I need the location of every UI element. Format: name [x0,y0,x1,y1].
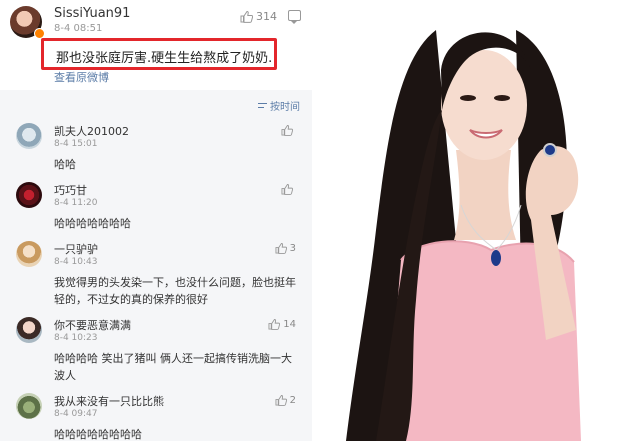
comment-date: 8-4 10:23 [54,333,98,343]
comment-like-button[interactable] [281,184,296,195]
comment-icon[interactable] [288,10,301,24]
post-username[interactable]: SissiYuan91 [54,6,130,21]
avatar[interactable] [16,393,42,419]
comment-username[interactable]: 你不要恶意满满 [54,317,131,333]
comment-date: 8-4 11:20 [54,198,98,208]
comment-text: 我觉得男的头发染一下，也没什么问题，脸也挺年轻的，不过女的真的保养的很好 [54,276,296,306]
portrait-illustration [316,0,640,441]
avatar[interactable] [16,241,42,267]
comment-text: 哈哈哈哈哈哈哈 [54,217,131,230]
post-date: 8-4 08:51 [54,23,103,34]
comments-list: 按时间 凯夫人201002 8-4 15:01 哈哈 巧巧甘 8-4 11:20… [0,90,312,441]
comment-date: 8-4 09:47 [54,409,98,419]
avatar[interactable] [16,182,42,208]
comment-username[interactable]: 我从来没有一只比比熊 [54,393,164,409]
sort-by-time-button[interactable]: 按时间 [258,98,300,113]
comment-like-count: 2 [289,395,296,406]
thumbs-up-icon [268,319,281,330]
thumbs-up-icon [281,184,293,195]
portrait-photo [316,0,640,441]
post-content: 那也没张庭厉害.硬生生给熬成了奶奶. [56,51,273,66]
comment-like-button[interactable]: 3 [275,243,296,254]
thumbs-up-icon [240,11,253,23]
sort-icon [258,101,267,110]
post-like-count: 314 [256,10,277,23]
avatar[interactable] [16,317,42,343]
thumbs-up-icon [275,243,287,254]
comment-date: 8-4 15:01 [54,139,98,149]
comment-like-button[interactable] [281,125,296,136]
comment-username[interactable]: 凯夫人201002 [54,123,129,139]
thumbs-up-icon [275,395,287,406]
comment-text: 哈哈 [54,158,76,171]
comment-date: 8-4 10:43 [54,257,98,267]
post-like-button[interactable]: 314 [240,10,277,23]
weibo-screenshot-panel: SissiYuan91 8-4 08:51 314 那也没张庭厉害.硬生生给熬成… [0,0,312,441]
comment-username[interactable]: 巧巧甘 [54,182,87,198]
comment-like-button[interactable]: 2 [275,395,296,406]
comment-text: 哈哈哈哈 笑出了猪叫 俩人还一起搞传销洗脑一大波人 [54,352,292,382]
comment-like-count: 3 [289,243,296,254]
comment-like-count: 14 [283,319,296,330]
comment-like-button[interactable]: 14 [268,319,296,330]
original-post: SissiYuan91 8-4 08:51 314 那也没张庭厉害.硬生生给熬成… [0,0,312,90]
comment-text: 哈哈哈哈哈哈哈哈 [54,428,142,441]
view-original-link[interactable]: 查看原微博 [54,69,109,85]
sort-label: 按时间 [270,102,300,113]
highlighted-content-box: 那也没张庭厉害.硬生生给熬成了奶奶. [41,38,277,70]
thumbs-up-icon [281,125,293,136]
comment-username[interactable]: 一只驴驴 [54,241,98,257]
avatar[interactable] [16,123,42,149]
